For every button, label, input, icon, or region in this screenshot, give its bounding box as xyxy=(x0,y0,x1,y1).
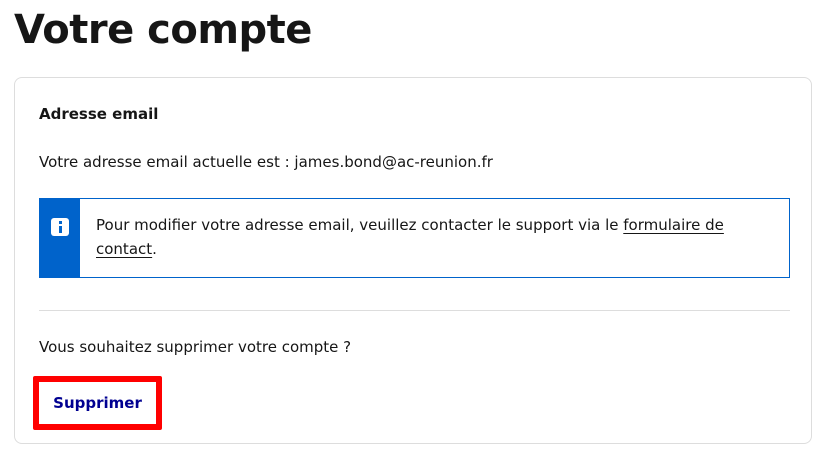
page-title: Votre compte xyxy=(14,7,312,53)
info-icon xyxy=(51,218,69,236)
delete-account-question: Vous souhaitez supprimer votre compte ? xyxy=(39,338,352,356)
notice-text-after: . xyxy=(152,240,157,258)
current-email-text: Votre adresse email actuelle est : james… xyxy=(39,153,493,171)
info-notice: Pour modifier votre adresse email, veuil… xyxy=(39,198,790,278)
notice-accent-bar xyxy=(40,199,80,277)
section-divider xyxy=(39,310,790,311)
delete-account-button[interactable]: Supprimer xyxy=(45,388,150,418)
email-section-heading: Adresse email xyxy=(39,105,159,123)
delete-button-highlight: Supprimer xyxy=(33,376,162,430)
notice-text-before: Pour modifier votre adresse email, veuil… xyxy=(96,216,624,234)
notice-text: Pour modifier votre adresse email, veuil… xyxy=(96,213,759,261)
account-card: Adresse email Votre adresse email actuel… xyxy=(14,77,812,444)
